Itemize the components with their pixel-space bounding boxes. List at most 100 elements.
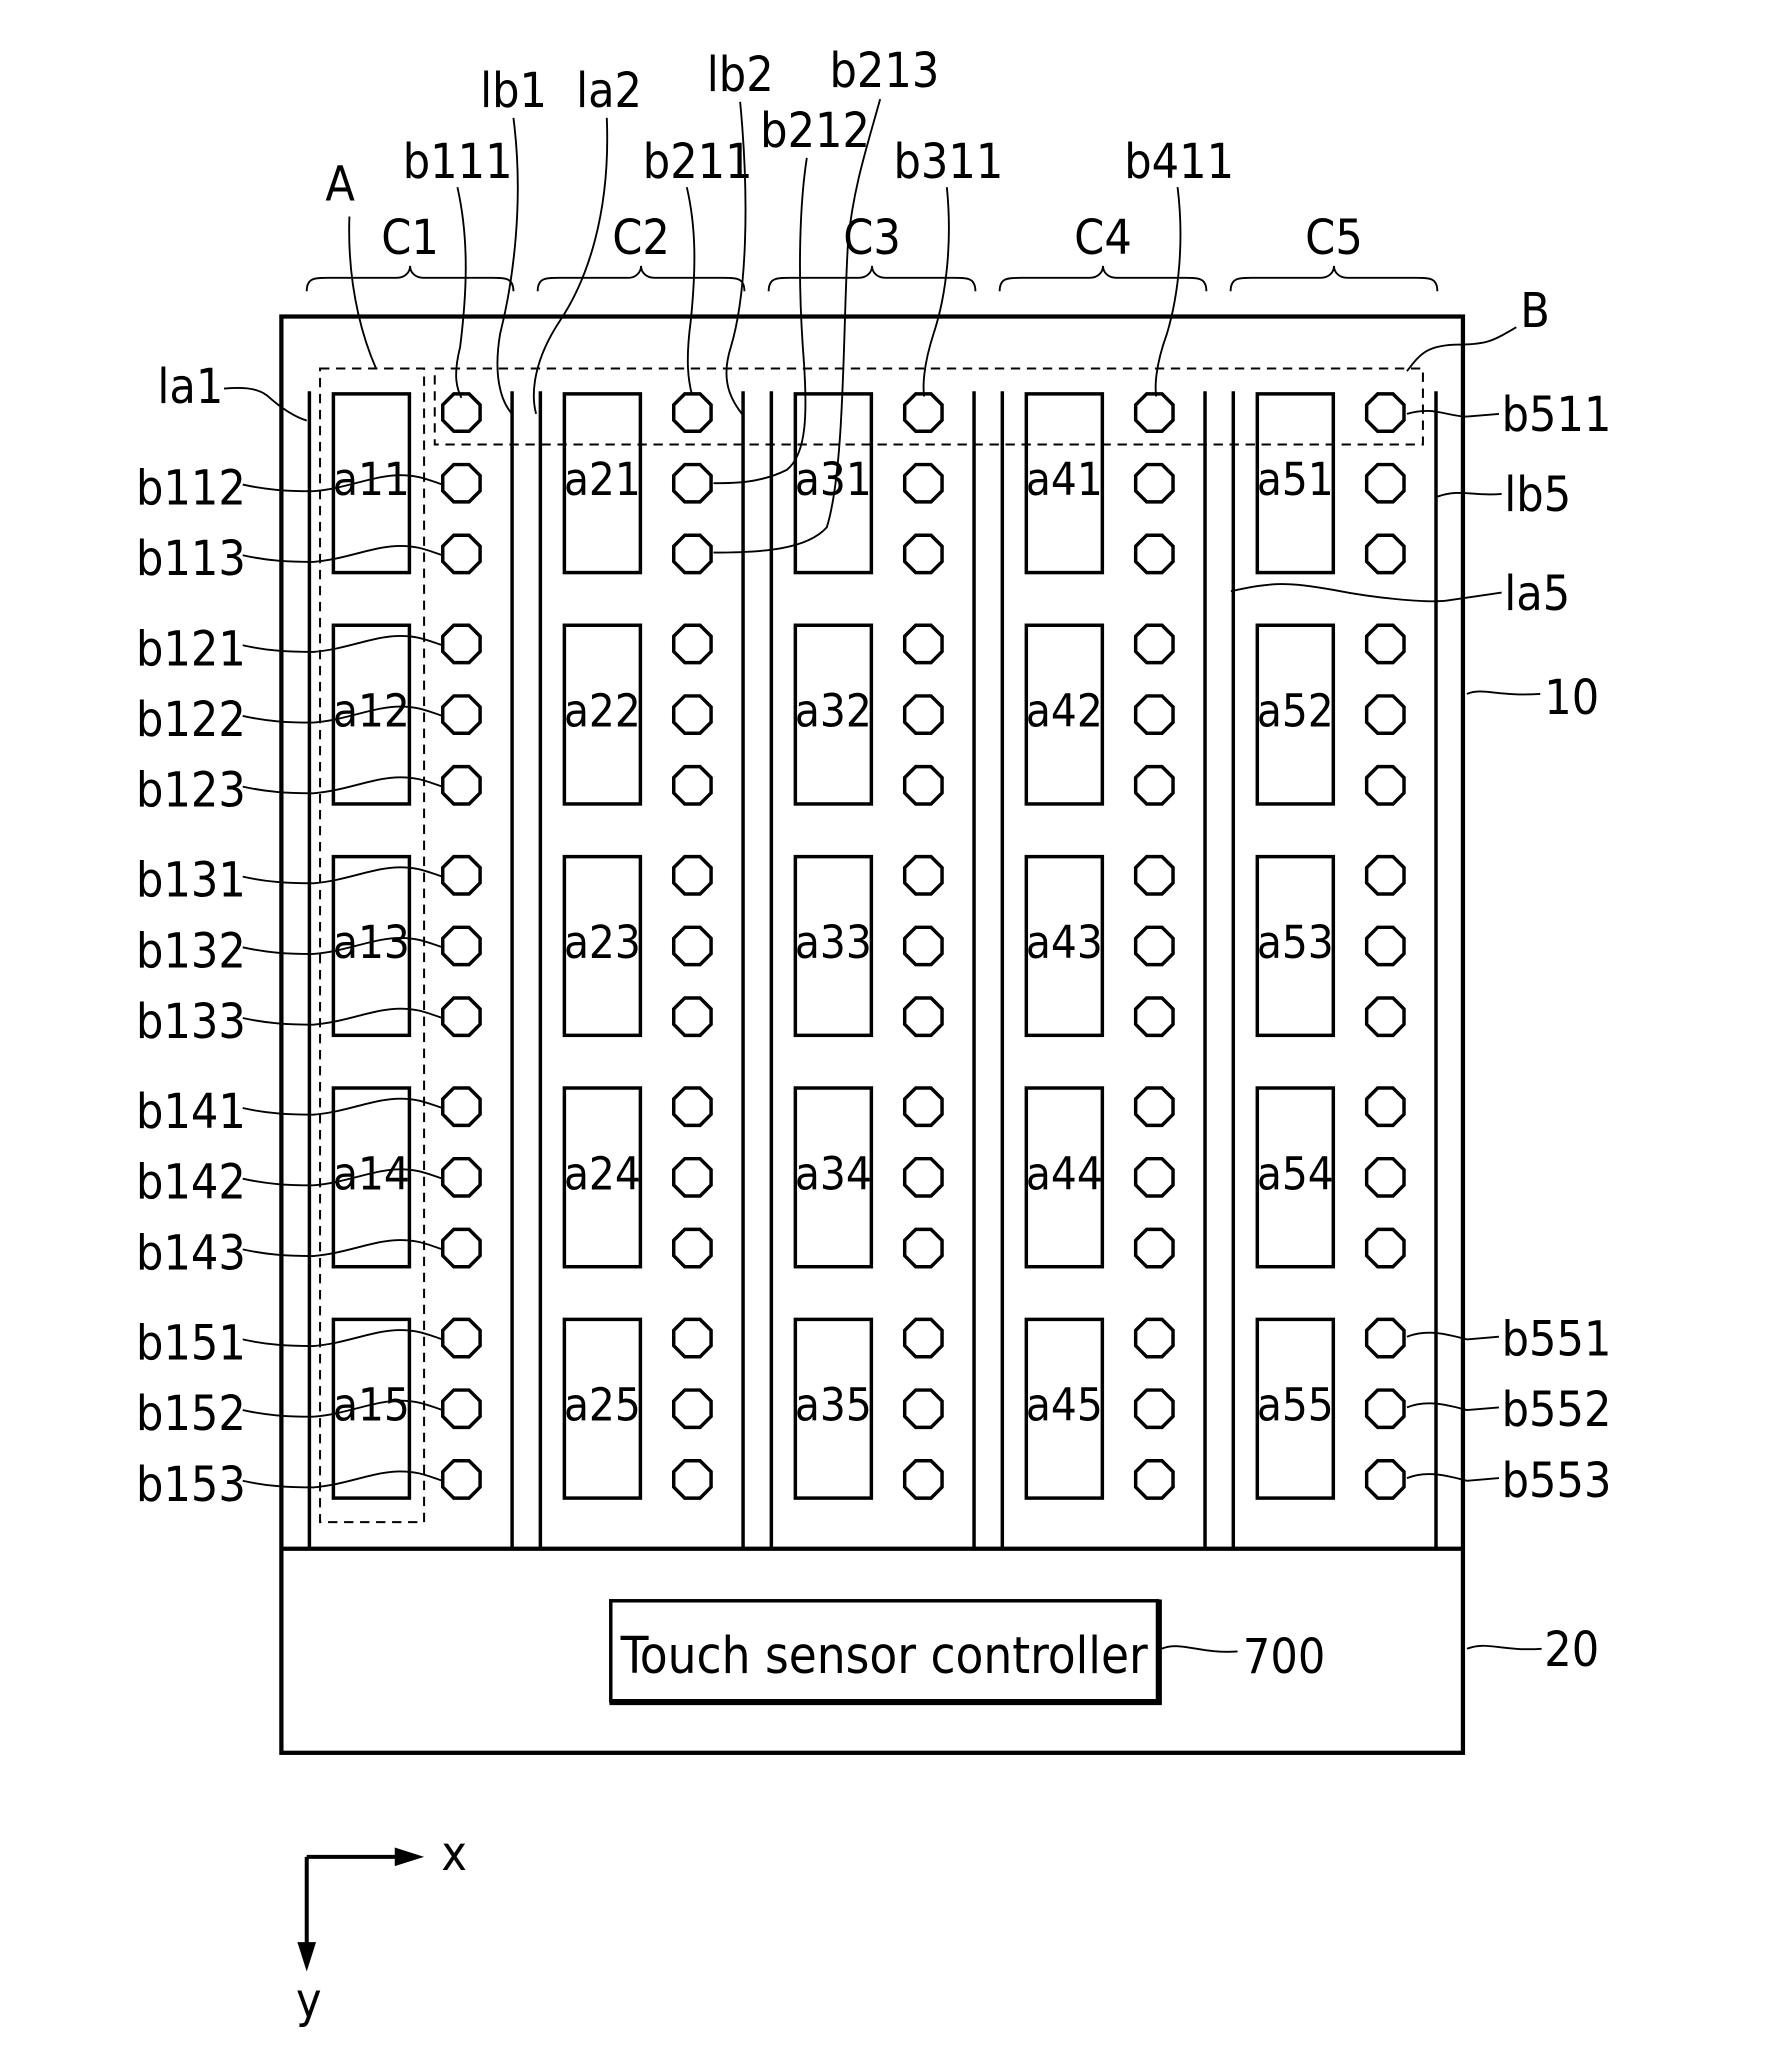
label-b133: b133 (136, 994, 246, 1050)
electrode-b533 (1364, 996, 1406, 1038)
cell-label: a25 (564, 1379, 641, 1432)
electrode-b132 (441, 925, 482, 967)
cell-label: a43 (1026, 916, 1103, 969)
label-la5: la5 (1504, 566, 1570, 622)
label-la2: la2 (576, 63, 642, 119)
y-arrowhead-icon (297, 1942, 317, 1972)
electrode-b241 (671, 1086, 713, 1128)
electrode-b242 (671, 1156, 713, 1198)
column-label-c1: C1 (381, 210, 439, 266)
electrode-b122 (441, 694, 482, 736)
electrode-b413 (1133, 533, 1175, 575)
electrode-b432 (1133, 925, 1175, 967)
electrode-b213 (671, 533, 713, 575)
electrode-b311 (902, 392, 944, 433)
brace-c1 (305, 265, 515, 292)
electrode-b451 (1133, 1317, 1175, 1359)
electrode-b243 (671, 1227, 713, 1269)
electrode-b211 (671, 392, 713, 433)
label-panel-10: 10 (1544, 670, 1599, 726)
cell-label: a42 (1026, 685, 1103, 738)
leader-b121 (242, 634, 444, 653)
electrode-b531 (1364, 854, 1406, 896)
electrode-b341 (902, 1086, 944, 1128)
leader-b141 (242, 1097, 444, 1116)
electrode-b453 (1133, 1459, 1175, 1500)
label-A: A (325, 157, 355, 213)
cell-label: a52 (1257, 685, 1334, 738)
electrode-b151 (441, 1317, 482, 1359)
leader-b153 (242, 1470, 444, 1489)
label-lb2: lb2 (707, 47, 774, 103)
leader-b511 (1406, 410, 1500, 418)
label-lb5: lb5 (1504, 467, 1571, 523)
label-b211: b211 (643, 134, 753, 190)
cell-label: a45 (1026, 1379, 1103, 1432)
label-b141: b141 (136, 1084, 246, 1140)
electrode-b442 (1133, 1156, 1175, 1198)
leader-b551 (1406, 1331, 1500, 1341)
leader-b553 (1406, 1473, 1500, 1482)
electrode-b123 (441, 764, 482, 806)
column-label-c2: C2 (612, 210, 670, 266)
electrode-b443 (1133, 1227, 1175, 1269)
electrode-b223 (671, 764, 713, 806)
electrode-b251 (671, 1317, 713, 1359)
cell-label: a54 (1257, 1147, 1334, 1200)
label-b551: b551 (1502, 1311, 1612, 1367)
leader-b123 (242, 776, 444, 795)
leader-b552 (1406, 1402, 1500, 1412)
electrode-b342 (902, 1156, 944, 1198)
electrode-b221 (671, 623, 713, 665)
electrode-b441 (1133, 1086, 1175, 1128)
label-region-20: 20 (1544, 1622, 1599, 1678)
label-b142: b142 (136, 1155, 246, 1211)
leader-b151 (242, 1329, 444, 1347)
electrode-b431 (1133, 854, 1175, 896)
label-b152: b152 (136, 1386, 246, 1442)
label-b153: b153 (136, 1457, 246, 1513)
label-700: 700 (1243, 1629, 1325, 1685)
electrode-b112 (441, 462, 482, 504)
electrode-b231 (671, 854, 713, 896)
electrode-b131 (441, 854, 482, 896)
electrode-b422 (1133, 694, 1175, 736)
electrode-b552 (1364, 1388, 1406, 1430)
label-B: B (1520, 283, 1550, 339)
y-axis-label: y (296, 1973, 322, 2029)
label-lb1: lb1 (480, 63, 547, 119)
label-b122: b122 (136, 692, 246, 748)
electrode-b553 (1364, 1459, 1406, 1500)
brace-c2 (536, 265, 746, 292)
electrode-b142 (441, 1156, 482, 1198)
leader-panel-10 (1466, 690, 1541, 696)
label-b411: b411 (1124, 134, 1234, 190)
leader-b311 (922, 187, 950, 397)
label-b212: b212 (760, 103, 870, 159)
label-b213: b213 (829, 43, 939, 99)
electrode-b133 (441, 996, 482, 1038)
electrode-b513 (1364, 533, 1406, 575)
electrode-b252 (671, 1388, 713, 1430)
leader-b111 (455, 186, 467, 399)
electrode-b222 (671, 694, 713, 736)
electrode-b141 (441, 1086, 482, 1128)
electrode-b511 (1364, 392, 1406, 433)
label-b552: b552 (1502, 1382, 1612, 1438)
column-label-c4: C4 (1074, 210, 1132, 266)
cell-label: a34 (795, 1147, 872, 1200)
brace-c4 (998, 265, 1208, 292)
electrode-b143 (441, 1227, 482, 1269)
leader-la1 (223, 386, 307, 422)
leader-region-20 (1466, 1644, 1542, 1651)
leader-b143 (242, 1239, 444, 1257)
electrode-b313 (902, 533, 944, 575)
label-b132: b132 (136, 923, 246, 979)
group-b-box (433, 367, 1424, 446)
touch-sensor-diagram: a11a12a13a14a15a21a22a23a24a25a31a32a33a… (136, 43, 1612, 2029)
leader-b113 (242, 544, 444, 563)
electrode-b522 (1364, 694, 1406, 736)
electrode-b452 (1133, 1388, 1175, 1430)
electrode-b343 (902, 1227, 944, 1269)
label-b111: b111 (403, 134, 513, 190)
